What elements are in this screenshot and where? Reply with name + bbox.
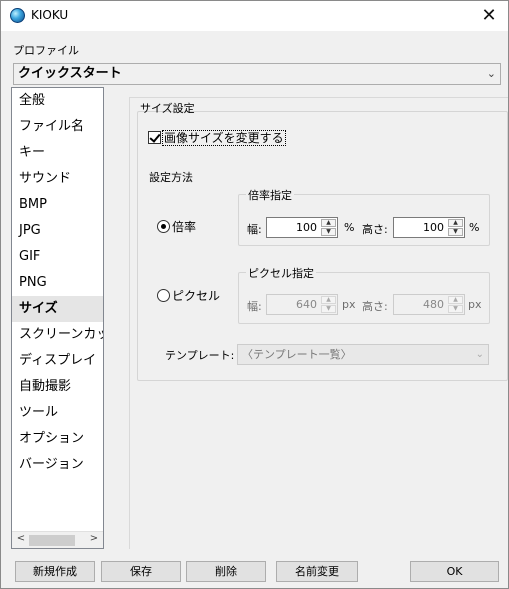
ratio-width-value: 100 <box>296 221 317 234</box>
scroll-left-icon[interactable]: < <box>14 533 28 544</box>
ratio-width-spinner[interactable]: ▲ ▼ <box>321 219 336 236</box>
save-button[interactable]: 保存 <box>101 561 181 582</box>
pixel-radio[interactable]: ピクセル <box>157 287 220 304</box>
ratio-group-title: 倍率指定 <box>246 187 294 203</box>
sidebar-item[interactable]: GIF <box>12 244 103 270</box>
pixel-height-unit: px <box>468 298 482 311</box>
pixel-group-title: ピクセル指定 <box>246 265 316 281</box>
pixel-width-label: 幅: <box>247 300 262 313</box>
ratio-radio-label: 倍率 <box>172 220 197 234</box>
pixel-height-spinner[interactable]: ▲ ▼ <box>448 296 463 313</box>
horizontal-scrollbar[interactable]: < > <box>12 531 103 548</box>
spin-down-icon[interactable]: ▼ <box>448 305 463 313</box>
sidebar-item[interactable]: ファイル名 <box>12 114 103 140</box>
sidebar-item[interactable]: サウンド <box>12 166 103 192</box>
ratio-width-label: 幅: <box>247 223 262 236</box>
ratio-height-unit: % <box>469 221 480 234</box>
category-items: 全般 ファイル名 キー サウンド BMP JPG GIF PNG サイズ スクリーンカッ ディスプレ… <box>12 88 103 478</box>
profile-selected-value: クイックスタート <box>18 66 122 81</box>
ratio-height-value: 100 <box>423 221 444 234</box>
pixel-width-spinner[interactable]: ▲ ▼ <box>321 296 336 313</box>
ratio-height-label: 高さ: <box>362 223 388 236</box>
chevron-down-icon: ⌄ <box>486 67 496 80</box>
sidebar-item[interactable]: ディスプレイ <box>12 348 103 374</box>
delete-button[interactable]: 削除 <box>186 561 266 582</box>
radio-unselected-icon[interactable] <box>157 289 170 302</box>
sidebar-item[interactable]: PNG <box>12 270 103 296</box>
method-title: 設定方法 <box>149 171 193 184</box>
app-icon <box>10 8 25 23</box>
sidebar-item[interactable]: JPG <box>12 218 103 244</box>
new-profile-button[interactable]: 新規作成 <box>15 561 95 582</box>
spin-up-icon[interactable]: ▲ <box>321 219 336 227</box>
ok-button[interactable]: OK <box>410 561 499 582</box>
template-value: 〈テンプレート一覧〉 <box>242 348 352 361</box>
close-icon[interactable]: ✕ <box>478 5 500 27</box>
change-size-checkbox[interactable]: 画像サイズを変更する <box>148 129 286 146</box>
ratio-width-unit: % <box>344 221 355 234</box>
template-label: テンプレート: <box>165 349 235 362</box>
sidebar-item[interactable]: スクリーンカッ <box>12 322 103 348</box>
pixel-width-input[interactable]: 640 ▲ ▼ <box>266 294 338 315</box>
rename-button[interactable]: 名前変更 <box>276 561 358 582</box>
chevron-down-icon: ⌄ <box>475 349 484 360</box>
pixel-radio-label: ピクセル <box>172 289 221 303</box>
sidebar-item[interactable]: ツール <box>12 400 103 426</box>
sidebar-item[interactable]: オプション <box>12 426 103 452</box>
kioku-window: KIOKU ✕ プロファイル クイックスタート ⌄ 全般 ファイル名 キー サウンド B… <box>0 0 509 589</box>
ratio-height-input[interactable]: 100 ▲ ▼ <box>393 217 465 238</box>
sidebar-item[interactable]: 全般 <box>12 88 103 114</box>
pixel-width-unit: px <box>342 298 356 311</box>
sidebar-item[interactable]: BMP <box>12 192 103 218</box>
pixel-width-value: 640 <box>296 298 317 311</box>
spin-up-icon[interactable]: ▲ <box>448 296 463 304</box>
change-size-label: 画像サイズを変更する <box>162 130 286 146</box>
spin-up-icon[interactable]: ▲ <box>321 296 336 304</box>
pixel-height-input[interactable]: 480 ▲ ▼ <box>393 294 465 315</box>
checkbox-checked-icon[interactable] <box>148 131 161 144</box>
pixel-height-value: 480 <box>423 298 444 311</box>
sidebar-item[interactable]: キー <box>12 140 103 166</box>
sidebar-item[interactable]: バージョン <box>12 452 103 478</box>
title-bar[interactable]: KIOKU ✕ <box>1 1 508 31</box>
ratio-radio[interactable]: 倍率 <box>157 218 196 235</box>
spin-down-icon[interactable]: ▼ <box>321 228 336 236</box>
sidebar-item[interactable]: サイズ <box>12 296 103 322</box>
pixel-height-label: 高さ: <box>362 300 388 313</box>
settings-category-list[interactable]: 全般 ファイル名 キー サウンド BMP JPG GIF PNG サイズ スクリーンカッ ディスプレ… <box>11 87 104 549</box>
template-dropdown[interactable]: 〈テンプレート一覧〉 ⌄ <box>237 344 489 365</box>
scrollbar-thumb[interactable] <box>29 535 75 546</box>
ratio-width-input[interactable]: 100 ▲ ▼ <box>266 217 338 238</box>
radio-selected-icon[interactable] <box>157 220 170 233</box>
sidebar-item[interactable]: 自動撮影 <box>12 374 103 400</box>
size-settings-title: サイズ設定 <box>140 102 195 115</box>
profile-label: プロファイル <box>13 44 79 57</box>
profile-dropdown[interactable]: クイックスタート ⌄ <box>13 63 501 85</box>
spin-down-icon[interactable]: ▼ <box>321 305 336 313</box>
spin-down-icon[interactable]: ▼ <box>448 228 463 236</box>
ratio-height-spinner[interactable]: ▲ ▼ <box>448 219 463 236</box>
scroll-right-icon[interactable]: > <box>87 533 101 544</box>
spin-up-icon[interactable]: ▲ <box>448 219 463 227</box>
window-title: KIOKU <box>31 8 69 22</box>
